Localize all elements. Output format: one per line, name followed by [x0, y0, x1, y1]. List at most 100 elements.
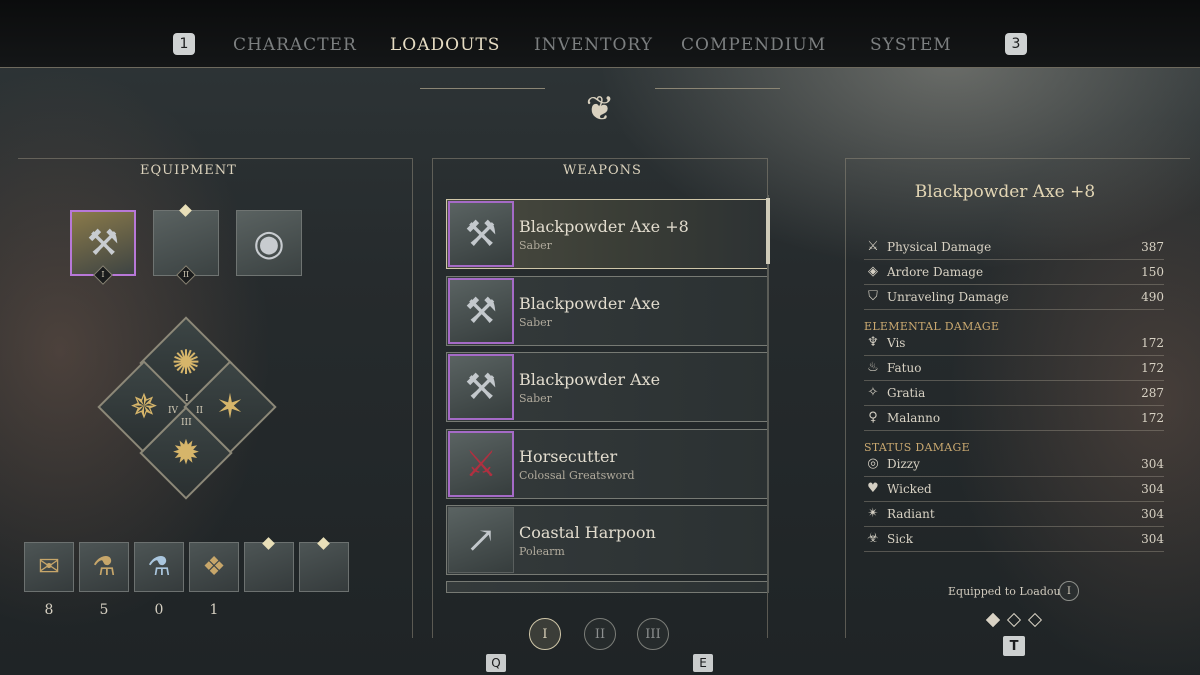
prev-tab-key[interactable]: 1	[173, 33, 195, 55]
equipped-to-loadout-label: Equipped to Loadout	[948, 585, 1065, 598]
stat-value: 150	[1141, 265, 1164, 279]
stat-row: ✴ Radiant 304	[864, 503, 1164, 527]
weapon-name: Blackpowder Axe +8	[519, 217, 689, 236]
stat-label: Vis	[887, 336, 906, 350]
crest-emblem-icon: ❦	[585, 89, 615, 129]
page-button-2[interactable]: II	[584, 618, 616, 650]
axe-icon: ⚒	[464, 366, 498, 408]
stat-value: 172	[1141, 411, 1164, 425]
stat-label: Ardore Damage	[887, 265, 984, 279]
weapon-name: Blackpowder Axe	[519, 294, 661, 313]
weapon-name: Blackpowder Axe	[519, 370, 661, 389]
page-button-1[interactable]: I	[529, 618, 561, 650]
ardore-icon: ◈	[868, 264, 878, 279]
weapons-title: WEAPONS	[563, 163, 642, 178]
crest-divider-right	[655, 88, 780, 89]
spiral-icon: ◎	[867, 456, 879, 471]
stat-value: 490	[1141, 290, 1164, 304]
tab-compendium[interactable]: COMPENDIUM	[681, 35, 826, 55]
greatsword-icon: ⚔	[464, 443, 498, 485]
radiance-icon: ✧	[867, 385, 879, 400]
consumable-count-3: 0	[154, 602, 164, 618]
consumable-slot-5[interactable]	[244, 542, 294, 592]
next-page-key[interactable]: E	[693, 654, 713, 672]
stat-value: 304	[1141, 457, 1164, 471]
crest-divider-left	[420, 88, 545, 89]
stat-row: ♨ Fatuo 172	[864, 357, 1164, 381]
weapon-thumb: ⚒	[448, 354, 514, 420]
next-tab-key[interactable]: 3	[1005, 33, 1027, 55]
tab-system[interactable]: SYSTEM	[870, 35, 952, 55]
stat-row: ✧ Gratia 287	[864, 382, 1164, 406]
burst-rune-icon: ✹	[171, 433, 201, 473]
weapon-thumb: ⚒	[448, 278, 514, 344]
stat-row: ☣ Sick 304	[864, 528, 1164, 552]
amulet-slot[interactable]: ◉	[236, 210, 302, 276]
consumable-slot-3[interactable]: ⚗	[134, 542, 184, 592]
stat-row: ⛉ Unraveling Damage 490	[864, 286, 1164, 310]
weapon-card[interactable]: ↗ Coastal Harpoon Polearm	[446, 505, 768, 575]
chalice-icon: ♆	[867, 335, 879, 350]
page-button-3[interactable]: III	[637, 618, 669, 650]
weapon-card[interactable]: ⚔ Horsecutter Colossal Greatsword	[446, 429, 768, 499]
tab-loadouts[interactable]: LOADOUTS	[390, 35, 500, 55]
stat-row: ♆ Vis 172	[864, 332, 1164, 356]
tab-inventory[interactable]: INVENTORY	[534, 35, 653, 55]
stat-value: 304	[1141, 482, 1164, 496]
shield-crack-icon: ⛉	[868, 289, 878, 304]
selected-weapon-title: Blackpowder Axe +8	[914, 182, 1096, 202]
stat-label: Gratia	[887, 386, 926, 400]
potion-orange-icon: ⚗	[92, 552, 116, 582]
consumable-slot-4[interactable]: ❖	[189, 542, 239, 592]
broken-heart-icon: ♥	[867, 481, 879, 496]
starburst-icon: ✴	[867, 506, 879, 521]
wrapped-bundle-icon: ❖	[202, 552, 226, 582]
weapon-name: Coastal Harpoon	[519, 523, 656, 542]
rune-label-2: II	[196, 406, 204, 416]
weapon-card-partial[interactable]	[446, 581, 768, 593]
tab-character[interactable]: CHARACTER	[233, 35, 357, 55]
consumable-count-4: 1	[209, 602, 219, 618]
weapon-card[interactable]: ⚒ Blackpowder Axe Saber	[446, 352, 768, 422]
axe-icon: ⚒	[464, 213, 498, 255]
weapon-type: Saber	[519, 239, 552, 252]
toggle-loadout-key[interactable]: T	[1003, 636, 1025, 656]
axe-icon: ⚒	[464, 290, 498, 332]
stat-value: 387	[1141, 240, 1164, 254]
equipment-title: EQUIPMENT	[140, 163, 237, 178]
stat-label: Malanno	[887, 411, 941, 425]
stat-row: ⚔ Physical Damage 387	[864, 236, 1164, 260]
weapons-scroll-thumb[interactable]	[766, 198, 770, 264]
consumable-count-2: 5	[99, 602, 109, 618]
weapon-thumb: ↗	[448, 507, 514, 573]
stat-value: 172	[1141, 336, 1164, 350]
consumable-count-1: 8	[44, 602, 54, 618]
consumable-slot-2[interactable]: ⚗	[79, 542, 129, 592]
stat-label: Fatuo	[887, 361, 922, 375]
stat-row: ♀ Malanno 172	[864, 407, 1164, 431]
stat-row: ♥ Wicked 304	[864, 478, 1164, 502]
weapon-name: Horsecutter	[519, 447, 618, 466]
stat-label: Physical Damage	[887, 240, 992, 254]
stat-value: 304	[1141, 532, 1164, 546]
rune-label-4: IV	[168, 406, 179, 416]
weapon-type: Saber	[519, 392, 552, 405]
stat-label: Dizzy	[887, 457, 920, 471]
weapon-type: Saber	[519, 316, 552, 329]
orb-amulet-icon: ◉	[253, 222, 285, 264]
weapon-card[interactable]: ⚒ Blackpowder Axe Saber	[446, 276, 768, 346]
consumable-slot-6[interactable]	[299, 542, 349, 592]
top-nav: 1 CHARACTER LOADOUTS INVENTORY COMPENDIU…	[0, 0, 1200, 68]
weapon-thumb: ⚒	[448, 201, 514, 267]
stat-value: 304	[1141, 507, 1164, 521]
prev-page-key[interactable]: Q	[486, 654, 506, 672]
stat-label: Unraveling Damage	[887, 290, 1009, 304]
weapon-type: Colossal Greatsword	[519, 469, 635, 482]
harpoon-icon: ↗	[465, 519, 497, 561]
stat-label: Wicked	[887, 482, 932, 496]
consumable-slot-1[interactable]: ✉	[24, 542, 74, 592]
stat-value: 287	[1141, 386, 1164, 400]
stat-label: Radiant	[887, 507, 935, 521]
flame-icon: ♨	[867, 360, 879, 375]
weapon-card[interactable]: ⚒ Blackpowder Axe +8 Saber	[446, 199, 768, 269]
